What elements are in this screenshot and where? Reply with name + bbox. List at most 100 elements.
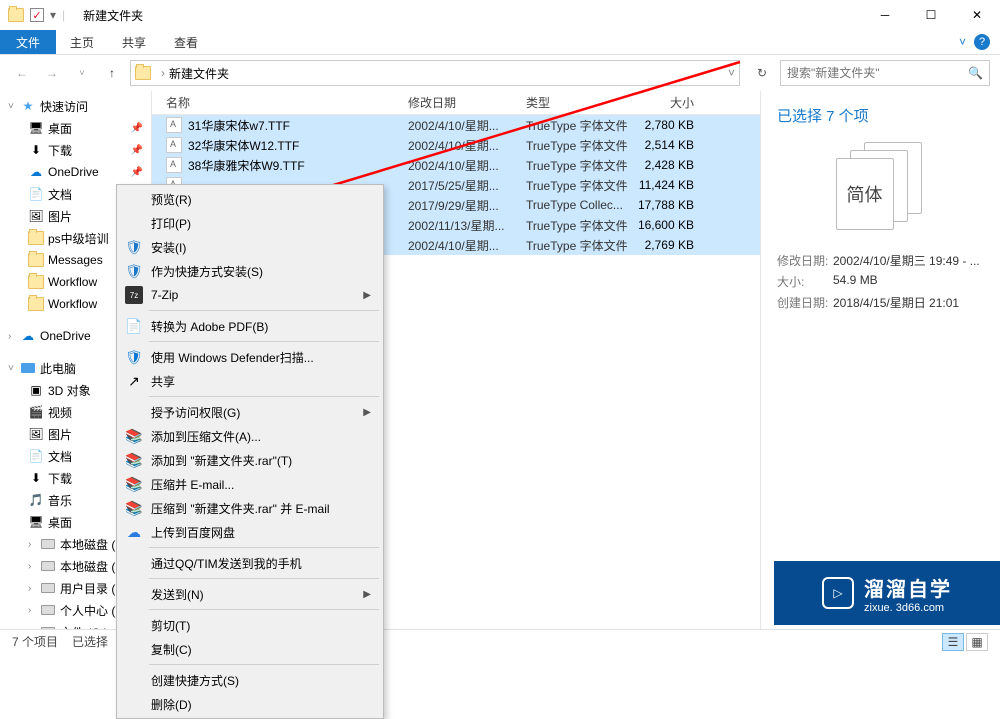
ribbon-expand-icon[interactable]: ˅ [959, 35, 966, 49]
doc-icon: 📄 [28, 448, 44, 464]
search-box[interactable]: 🔍 [780, 60, 990, 86]
sidebar-item-label: 下载 [48, 470, 72, 487]
tab-home[interactable]: 主页 [56, 30, 108, 54]
menu-separator [149, 341, 379, 342]
menu-sendto[interactable]: 发送到(N)▶ [119, 582, 381, 606]
file-size: 17,788 KB [632, 198, 706, 212]
sidebar-item-label: Workflow [48, 297, 97, 311]
header-size[interactable]: 大小 [632, 94, 706, 111]
menu-cut[interactable]: 剪切(T) [119, 613, 381, 637]
thumbnail-stack: 简体 [836, 142, 926, 232]
window-title: 新建文件夹 [83, 7, 862, 24]
breadcrumb-folder[interactable]: 新建文件夹 [169, 65, 229, 82]
menu-preview[interactable]: 预览(R) [119, 187, 381, 211]
menu-delete[interactable]: 删除(D) [119, 692, 381, 716]
chevron-right-icon[interactable]: › [8, 331, 20, 342]
menu-shortcut[interactable]: 创建快捷方式(S) [119, 668, 381, 692]
menu-copy[interactable]: 复制(C) [119, 637, 381, 661]
menu-grant-access[interactable]: 授予访问权限(G)▶ [119, 400, 381, 424]
menu-print[interactable]: 打印(P) [119, 211, 381, 235]
tab-share[interactable]: 共享 [108, 30, 160, 54]
menu-install[interactable]: 🛡安装(I) [119, 235, 381, 259]
tab-view[interactable]: 查看 [160, 30, 212, 54]
refresh-button[interactable]: ↻ [750, 61, 774, 85]
nav-up[interactable]: ↑ [100, 61, 124, 85]
menu-adobe[interactable]: 📄转换为 Adobe PDF(B) [119, 314, 381, 338]
chevron-right-icon: ▶ [363, 407, 371, 418]
ribbon: 文件 主页 共享 查看 ˅ ? [0, 30, 1000, 55]
drive-icon [40, 536, 56, 552]
file-row[interactable]: 32华康宋体W12.TTF 2002/4/10/星期... TrueType 字… [152, 135, 760, 155]
menu-7zip[interactable]: 7z7-Zip▶ [119, 283, 381, 307]
menu-install-shortcut[interactable]: 🛡作为快捷方式安装(S) [119, 259, 381, 283]
sidebar-item-label: 下载 [48, 142, 72, 159]
details-label: 大小: [777, 273, 833, 290]
nav-recent[interactable]: ˅ [70, 61, 94, 85]
sidebar-item-desktop[interactable]: 🖥桌面 📌 [0, 117, 151, 139]
play-icon: ▷ [822, 577, 854, 609]
menu-compress-to[interactable]: 📚压缩到 "新建文件夹.rar" 并 E-mail [119, 496, 381, 520]
status-item-count: 7 个项目 [12, 633, 58, 650]
chevron-icon[interactable]: › [157, 66, 169, 80]
header-type[interactable]: 类型 [526, 94, 632, 111]
file-row[interactable]: 38华康雅宋体W9.TTF 2002/4/10/星期... TrueType 字… [152, 155, 760, 175]
chevron-right-icon[interactable]: › [28, 539, 40, 550]
3d-icon: ▣ [28, 382, 44, 398]
checkbox-icon[interactable]: ✓ [30, 8, 44, 22]
nav-back[interactable]: ← [10, 61, 34, 85]
sidebar-item-downloads[interactable]: ⬇下载📌 [0, 139, 151, 161]
search-icon[interactable]: 🔍 [968, 66, 983, 80]
menu-baidu[interactable]: ☁上传到百度网盘 [119, 520, 381, 544]
details-label: 创建日期: [777, 294, 833, 311]
search-input[interactable] [787, 66, 968, 80]
view-details-button[interactable]: ☰ [942, 633, 964, 651]
sidebar-item-label: 快速访问 [40, 98, 88, 115]
nav-bar: ← → ˅ ↑ › 新建文件夹 ˅ ↻ 🔍 [0, 55, 1000, 91]
menu-compress-email[interactable]: 📚压缩并 E-mail... [119, 472, 381, 496]
shield-icon: 🛡 [125, 238, 143, 256]
sidebar-item-label: Messages [48, 253, 103, 267]
menu-defender[interactable]: 🛡使用 Windows Defender扫描... [119, 345, 381, 369]
sidebar-item-onedrive[interactable]: ☁OneDrive📌 [0, 161, 151, 183]
maximize-button[interactable]: ☐ [908, 0, 954, 30]
picture-icon: 🖼 [28, 208, 44, 224]
nav-forward[interactable]: → [40, 61, 64, 85]
menu-add-archive[interactable]: 📚添加到压缩文件(A)... [119, 424, 381, 448]
defender-icon: 🛡 [125, 348, 143, 366]
breadcrumb[interactable]: › 新建文件夹 ˅ [130, 60, 740, 86]
sidebar-item-label: OneDrive [40, 329, 91, 343]
chevron-down-icon[interactable]: ˅ [8, 363, 20, 374]
sidebar-item-label: 桌面 [48, 514, 72, 531]
menu-add-rar[interactable]: 📚添加到 "新建文件夹.rar"(T) [119, 448, 381, 472]
menu-separator [149, 664, 379, 665]
menu-share[interactable]: ↗共享 [119, 369, 381, 393]
chevron-right-icon[interactable]: › [28, 605, 40, 616]
details-label: 修改日期: [777, 252, 833, 269]
context-menu: 预览(R) 打印(P) 🛡安装(I) 🛡作为快捷方式安装(S) 7z7-Zip▶… [116, 184, 384, 719]
folder-icon: 🖥 [28, 120, 44, 136]
menu-separator [149, 396, 379, 397]
chevron-right-icon[interactable]: › [28, 561, 40, 572]
file-tab[interactable]: 文件 [0, 30, 56, 54]
overflow-icon[interactable]: ▾ [50, 8, 56, 22]
view-icons-button[interactable]: ▦ [966, 633, 988, 651]
chevron-right-icon[interactable]: › [28, 627, 40, 630]
file-row[interactable]: 31华康宋体w7.TTF 2002/4/10/星期... TrueType 字体… [152, 115, 760, 135]
header-date[interactable]: 修改日期 [408, 94, 526, 111]
minimize-button[interactable]: ─ [862, 0, 908, 30]
chevron-right-icon[interactable]: › [28, 583, 40, 594]
details-pane: 已选择 7 个项 简体 修改日期:2002/4/10/星期三 19:49 - .… [760, 91, 1000, 629]
sidebar-item-label: 桌面 [48, 120, 72, 137]
file-size: 16,600 KB [632, 218, 706, 232]
menu-qq[interactable]: 通过QQ/TIM发送到我的手机 [119, 551, 381, 575]
sidebar-item-label: 图片 [48, 208, 72, 225]
help-icon[interactable]: ? [974, 34, 990, 50]
pin-icon: 📌 [131, 123, 143, 134]
close-button[interactable]: ✕ [954, 0, 1000, 30]
header-name[interactable]: 名称 [166, 94, 408, 111]
sidebar-quick-access[interactable]: ˅ ★ 快速访问 [0, 95, 151, 117]
rar-icon: 📚 [125, 499, 143, 517]
breadcrumb-dropdown[interactable]: ˅ [728, 66, 735, 80]
chevron-down-icon[interactable]: ˅ [8, 101, 20, 112]
picture-icon: 🖼 [28, 426, 44, 442]
